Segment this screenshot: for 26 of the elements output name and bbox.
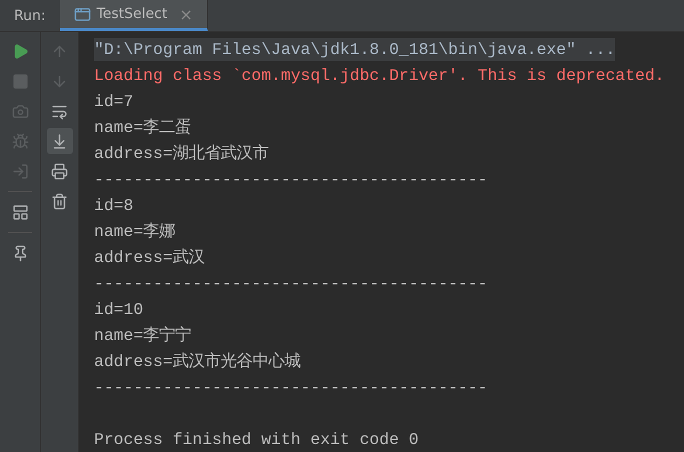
run-tab[interactable]: TestSelect × [60, 0, 208, 31]
bug-icon[interactable] [12, 132, 28, 150]
console-line: id=10 [94, 298, 144, 320]
console-line: Loading class `com.mysql.jdbc.Driver'. This is deprecated. [94, 64, 664, 86]
window-icon [74, 6, 91, 22]
console-line: ---------------------------------------- [94, 376, 488, 398]
console-line: ---------------------------------------- [94, 168, 488, 190]
console-line: name=李二蛋 [94, 117, 192, 139]
print-icon[interactable] [51, 162, 68, 180]
console-line: Process finished with exit code 0 [94, 428, 419, 450]
close-icon[interactable]: × [179, 4, 193, 24]
console-line: address=湖北省武汉市 [94, 143, 269, 165]
exit-icon[interactable] [12, 162, 28, 180]
run-label: Run: [13, 6, 47, 26]
stop-icon[interactable] [12, 72, 28, 90]
console-line: id=8 [94, 194, 134, 216]
scroll-to-end-icon[interactable] [51, 132, 68, 150]
console-line: ---------------------------------------- [94, 272, 488, 294]
console-line: name=李宁宁 [94, 325, 192, 347]
camera-icon[interactable] [12, 102, 28, 120]
trash-icon[interactable] [51, 192, 68, 210]
layout-icon[interactable] [12, 204, 28, 220]
console-line: id=7 [94, 90, 134, 112]
console-line: address=武汉市光谷中心城 [94, 351, 301, 373]
console-line: address=武汉 [94, 247, 205, 269]
console-line: name=李娜 [94, 221, 176, 243]
